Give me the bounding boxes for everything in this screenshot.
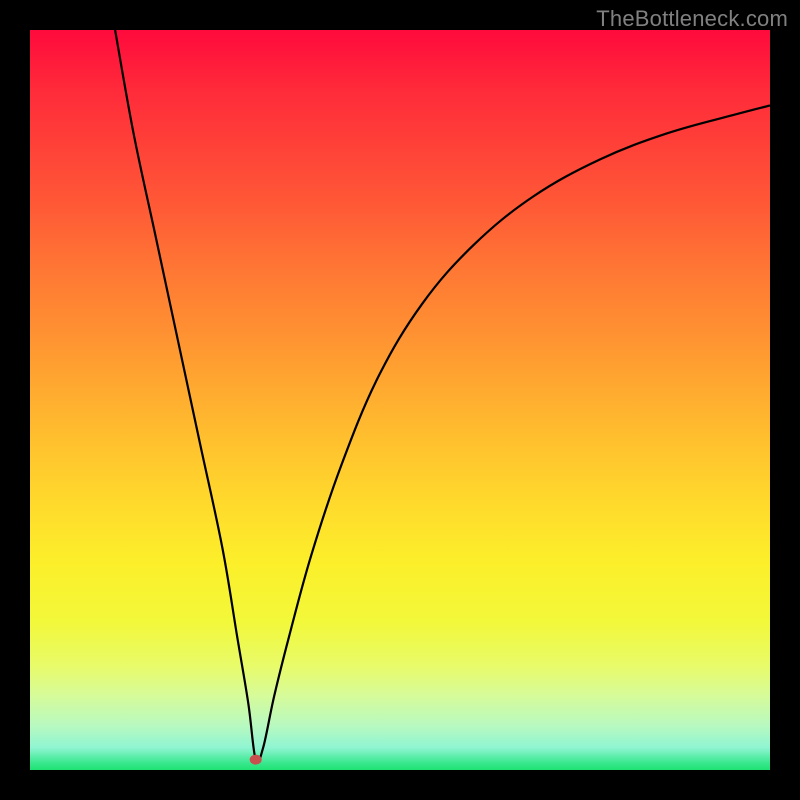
chart-frame: TheBottleneck.com bbox=[0, 0, 800, 800]
watermark-text: TheBottleneck.com bbox=[596, 6, 788, 32]
plot-background bbox=[30, 30, 770, 770]
